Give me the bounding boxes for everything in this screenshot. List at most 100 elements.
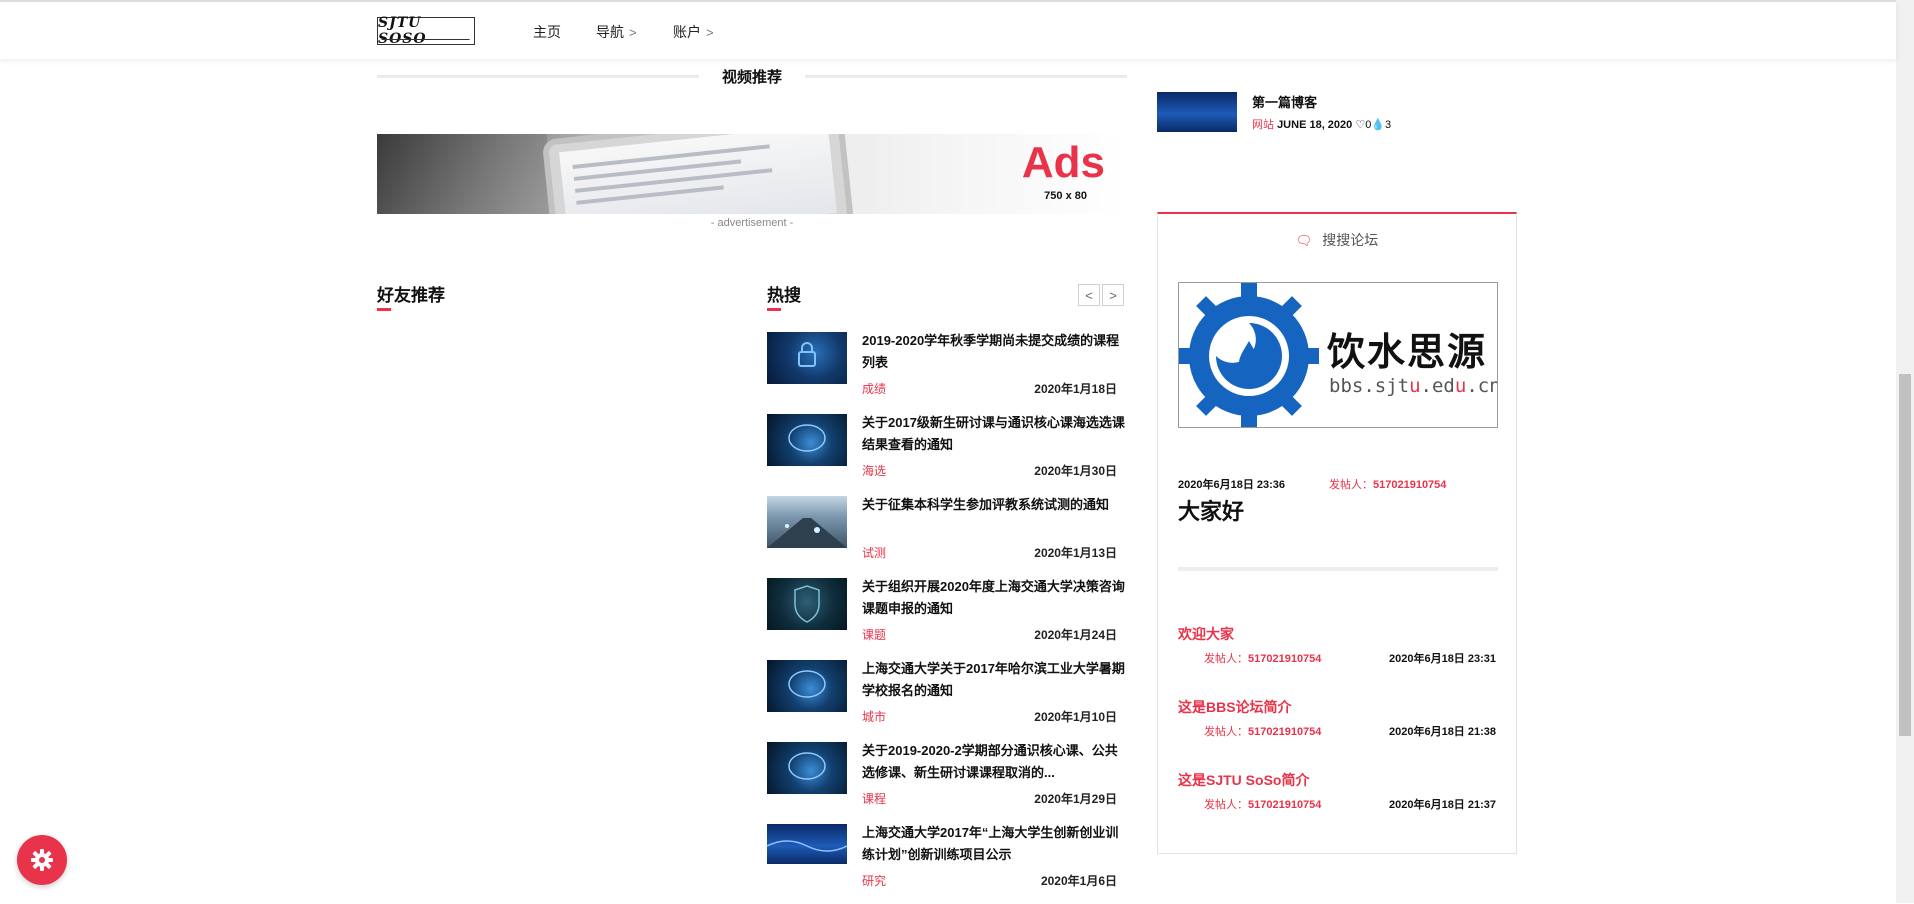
hot-item-date: 2020年1月30日 <box>1034 464 1117 478</box>
nav-home-label: 主页 <box>533 24 561 40</box>
hot-item-title[interactable]: 上海交通大学2017年“上海大学生创新创业训练计划”创新训练项目公示 <box>862 822 1127 866</box>
hot-item[interactable]: 关于组织开展2020年度上海交通大学决策咨询课题申报的通知 课题 2020年1月… <box>767 578 1127 658</box>
hot-item[interactable]: 关于2019-2020-2学期部分通识核心课、公共选修课、新生研讨课课程取消的.… <box>767 742 1127 822</box>
post-title[interactable]: 大家好 <box>1178 494 1244 526</box>
hot-item-date: 2020年1月13日 <box>1034 546 1117 560</box>
hot-prev-button[interactable]: < <box>1078 284 1100 306</box>
reply-title[interactable]: 这是SJTU SoSo简介 <box>1178 770 1309 790</box>
hot-item-tag[interactable]: 城市 <box>862 708 886 725</box>
reply-date: 2020年6月18日 21:37 <box>1388 799 1496 811</box>
brain-icon[interactable] <box>767 742 847 794</box>
heading-underline <box>377 308 391 311</box>
hot-item-tag[interactable]: 成绩 <box>862 380 886 397</box>
chevron-right-icon: > <box>629 24 637 40</box>
hot-next-button[interactable]: > <box>1102 284 1124 306</box>
site-logo[interactable]: SJTU SOSO <box>377 15 475 47</box>
forum-reply[interactable]: 这是SJTU SoSo简介 发帖人：517021910754 2020年6月18… <box>1178 770 1498 814</box>
blog-tag[interactable]: 网站 <box>1252 119 1274 131</box>
hot-item-title[interactable]: 关于2017级新生研讨课与通识核心课海选选课结果查看的通知 <box>862 412 1127 456</box>
forum-header: 🗨 搜搜论坛 <box>1158 230 1516 250</box>
chat-icon: 🗨 <box>1295 233 1313 248</box>
reply-author[interactable]: 发帖人：517021910754 <box>1204 723 1321 739</box>
nav-navigation[interactable]: 导航 > <box>596 22 637 42</box>
nav-account[interactable]: 账户 > <box>673 22 714 42</box>
hot-item-date: 2020年1月29日 <box>1034 792 1117 806</box>
forum-panel: 🗨 搜搜论坛 饮水思源 bbs.sjtu.edu.cn 2020年6月18日 2… <box>1157 212 1517 854</box>
hot-heading-text: 热搜 <box>767 286 801 305</box>
blog-thumbnail[interactable] <box>1157 92 1237 132</box>
settings-button[interactable] <box>17 835 67 885</box>
hot-item-tag[interactable]: 海选 <box>862 462 886 479</box>
forum-logo-url: bbs.sjtu.edu.cn <box>1329 375 1498 397</box>
hot-item-title[interactable]: 关于组织开展2020年度上海交通大学决策咨询课题申报的通知 <box>862 576 1127 620</box>
forum-logo[interactable]: 饮水思源 bbs.sjtu.edu.cn <box>1178 282 1498 428</box>
nav-account-label: 账户 <box>673 24 701 40</box>
hot-item[interactable]: 2019-2020学年秋季学期尚未提交成绩的课程列表 成绩 2020年1月18日 <box>767 332 1127 412</box>
hot-item-tag[interactable]: 试测 <box>862 544 886 561</box>
wave-icon[interactable] <box>767 824 847 864</box>
reply-author[interactable]: 发帖人：517021910754 <box>1204 796 1321 812</box>
hot-item[interactable]: 关于2017级新生研讨课与通识核心课海选选课结果查看的通知 海选 2020年1月… <box>767 414 1127 494</box>
post-meta: 2020年6月18日 23:36 发帖人：517021910754 <box>1178 476 1498 492</box>
blog-title[interactable]: 第一篇博客 <box>1252 92 1317 111</box>
blog-item[interactable]: 第一篇博客 网站 JUNE 18, 2020 ♡0💧3 <box>1157 92 1517 134</box>
hot-item-date: 2020年1月6日 <box>1040 874 1117 888</box>
reply-date: 2020年6月18日 23:31 <box>1388 653 1496 665</box>
nav-home[interactable]: 主页 <box>533 22 561 42</box>
video-section-header: 视频推荐 <box>377 66 1127 86</box>
ad-size: 750 x 80 <box>1044 190 1087 202</box>
hot-item[interactable]: 关于征集本科学生参加评教系统试测的通知 试测 2020年1月13日 <box>767 496 1127 576</box>
forum-divider <box>1178 567 1498 571</box>
hot-item-title[interactable]: 上海交通大学关于2017年哈尔滨工业大学暑期学校报名的通知 <box>862 658 1127 702</box>
hot-item-tag[interactable]: 课程 <box>862 790 886 807</box>
logo-text: SJTU SOSO <box>378 15 427 47</box>
ad-banner[interactable]: Ads 750 x 80 <box>377 134 1127 214</box>
hot-item[interactable]: 上海交通大学2017年“上海大学生创新创业训练计划”创新训练项目公示 研究 20… <box>767 824 1127 904</box>
hot-item-tag[interactable]: 研究 <box>862 872 886 889</box>
nav-navigation-label: 导航 <box>596 24 624 40</box>
hot-item-title[interactable]: 关于2019-2020-2学期部分通识核心课、公共选修课、新生研讨课课程取消的.… <box>862 740 1127 784</box>
reply-title[interactable]: 这是BBS论坛简介 <box>1178 697 1292 717</box>
hot-item[interactable]: 上海交通大学关于2017年哈尔滨工业大学暑期学校报名的通知 城市 2020年1月… <box>767 660 1127 740</box>
hot-item-date: 2020年1月18日 <box>1034 382 1117 396</box>
reply-author[interactable]: 发帖人：517021910754 <box>1204 650 1321 666</box>
hot-item-tag[interactable]: 课题 <box>862 626 886 643</box>
chevron-left-icon: < <box>1085 287 1093 303</box>
forum-reply[interactable]: 这是BBS论坛简介 发帖人：517021910754 2020年6月18日 21… <box>1178 697 1498 741</box>
hot-item-date: 2020年1月10日 <box>1034 710 1117 724</box>
ad-image-tablet <box>541 134 855 214</box>
hot-heading: 热搜 <box>767 281 801 311</box>
reply-date: 2020年6月18日 21:38 <box>1388 726 1496 738</box>
hot-item-title[interactable]: 2019-2020学年秋季学期尚未提交成绩的课程列表 <box>862 330 1127 374</box>
post-date: 2020年6月18日 23:36 <box>1178 479 1286 491</box>
hot-item-date: 2020年1月24日 <box>1034 628 1117 642</box>
chevron-right-icon: > <box>706 24 714 40</box>
gear-icon <box>31 849 53 871</box>
reply-title[interactable]: 欢迎大家 <box>1178 624 1234 644</box>
ad-image-hand <box>377 134 547 214</box>
blog-meta: 网站 JUNE 18, 2020 ♡0💧3 <box>1252 116 1391 132</box>
brain-icon[interactable] <box>767 660 847 712</box>
shield-icon[interactable] <box>767 578 847 630</box>
chevron-right-icon: > <box>1109 287 1117 303</box>
blog-date: JUNE 18, 2020 <box>1277 119 1353 131</box>
ad-text: Ads <box>1021 138 1105 187</box>
heart-icon[interactable]: ♡ <box>1355 119 1365 131</box>
ad-caption: - advertisement - <box>710 217 794 229</box>
logo-swoosh <box>381 37 471 40</box>
heading-underline <box>767 308 781 311</box>
friends-heading: 好友推荐 <box>377 281 445 311</box>
video-section-title: 视频推荐 <box>721 69 782 86</box>
lock-icon[interactable] <box>767 332 847 384</box>
forum-header-text: 搜搜论坛 <box>1322 232 1379 248</box>
city-icon[interactable] <box>767 496 847 548</box>
blog-comments: 3 <box>1385 119 1392 131</box>
drop-icon: 💧 <box>1371 119 1386 131</box>
forum-reply[interactable]: 欢迎大家 发帖人：517021910754 2020年6月18日 23:31 <box>1178 624 1498 668</box>
post-author[interactable]: 发帖人：517021910754 <box>1329 476 1446 492</box>
brain-icon[interactable] <box>767 414 847 466</box>
hot-item-title[interactable]: 关于征集本科学生参加评教系统试测的通知 <box>862 494 1127 516</box>
scrollbar-thumb[interactable] <box>1899 374 1911 736</box>
top-navbar: SJTU SOSO 主页 导航 > 账户 > <box>0 0 1896 59</box>
friends-heading-text: 好友推荐 <box>377 286 445 305</box>
